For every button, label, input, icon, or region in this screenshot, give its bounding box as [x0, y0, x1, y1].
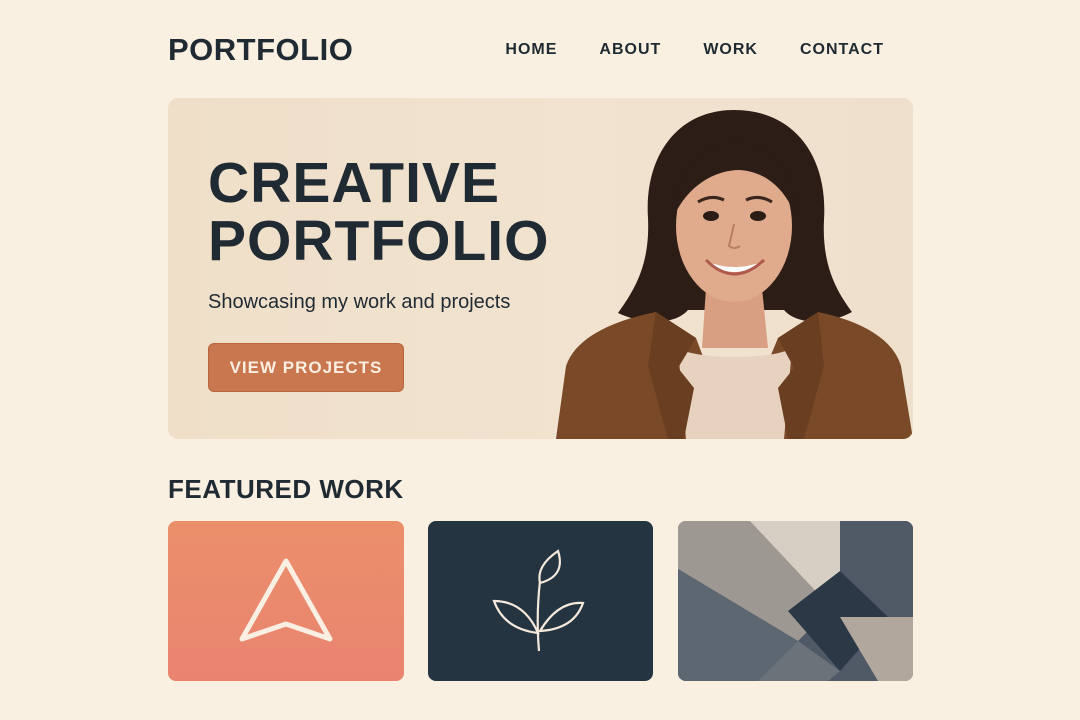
hero-title-line-2: PORTFOLIO	[208, 209, 550, 273]
hero-subtitle: Showcasing my work and projects	[208, 291, 511, 313]
top-bar: PORTFOLIO HOME ABOUT WORK CONTACT	[168, 28, 912, 72]
portrait-photo	[556, 110, 913, 439]
nav-home-link[interactable]: HOME	[505, 41, 557, 59]
view-projects-button[interactable]: VIEW PROJECTS	[208, 343, 404, 392]
nav-work-link[interactable]: WORK	[703, 41, 758, 59]
featured-card-1[interactable]	[168, 521, 404, 681]
featured-work-title: FEATURED WORK	[168, 474, 404, 504]
nav-about-link[interactable]: ABOUT	[599, 41, 661, 59]
portrait-eye-right	[750, 211, 766, 221]
featured-card-2[interactable]	[428, 521, 653, 681]
portrait-eye-left	[703, 211, 719, 221]
nav-contact-link[interactable]: CONTACT	[800, 41, 884, 59]
leaf-sprout-icon	[492, 549, 585, 652]
featured-card-3[interactable]	[678, 521, 913, 681]
triangle-arrow-icon	[239, 558, 333, 642]
hero-title-line-1: CREATIVE	[208, 151, 500, 215]
hero-banner: CREATIVE PORTFOLIO Showcasing my work an…	[168, 98, 913, 439]
main-nav: HOME ABOUT WORK CONTACT	[463, 41, 884, 59]
site-logo[interactable]: PORTFOLIO	[168, 32, 353, 68]
hero-title: CREATIVE PORTFOLIO	[208, 154, 549, 270]
geometric-pattern	[678, 521, 913, 681]
portrait-shirt	[678, 348, 792, 439]
